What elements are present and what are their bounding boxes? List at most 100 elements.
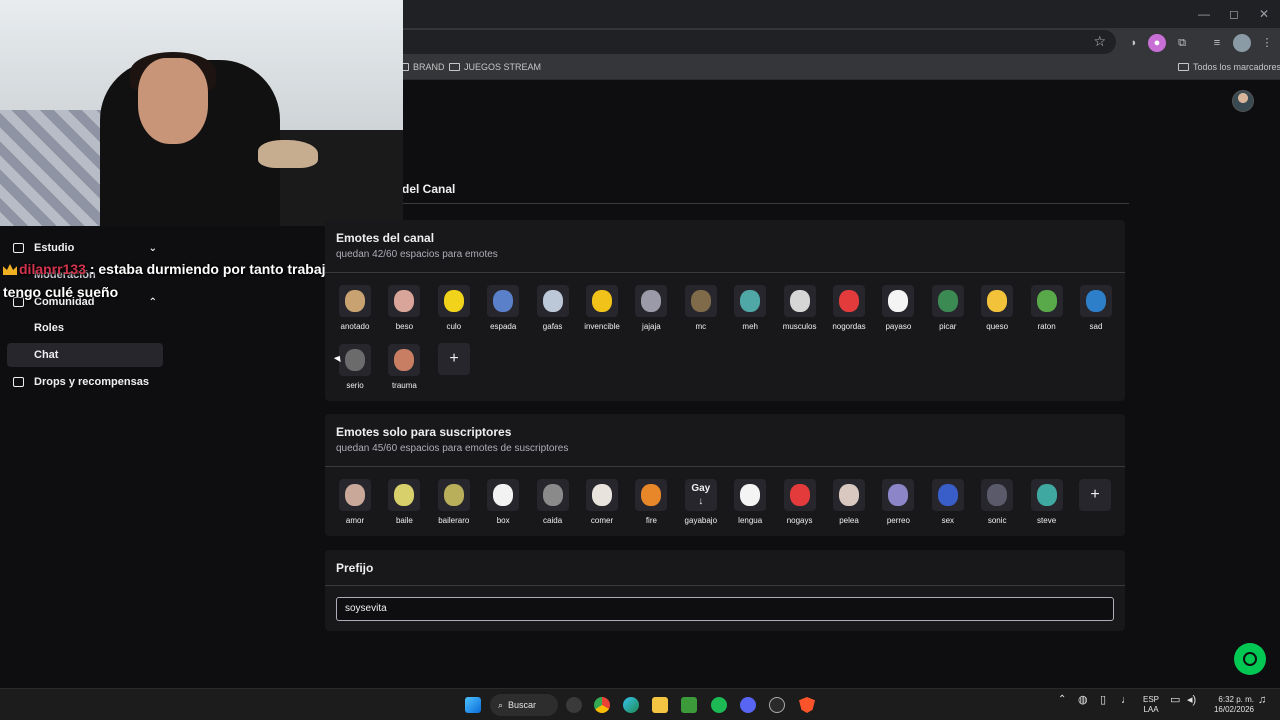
- emote-image: [437, 285, 470, 317]
- emote-meh[interactable]: meh: [728, 285, 772, 337]
- chrome-active-icon[interactable]: [566, 697, 582, 713]
- chrome-icon[interactable]: [594, 697, 610, 713]
- add-sub-emote-button[interactable]: +: [1079, 479, 1111, 511]
- webcam-overlay: [0, 0, 403, 226]
- discord-icon[interactable]: [740, 697, 756, 713]
- emote-image: [734, 285, 767, 317]
- divider: [325, 466, 1125, 467]
- card-title: Emotes del canal: [336, 231, 435, 245]
- emote-raton[interactable]: raton: [1025, 285, 1069, 337]
- minecraft-icon[interactable]: [681, 697, 697, 713]
- emote-trauma[interactable]: trauma: [382, 344, 426, 396]
- bookmark-brand[interactable]: BRAND: [398, 62, 445, 72]
- help-chat-button[interactable]: [1234, 643, 1266, 675]
- emote-culo[interactable]: culo: [432, 285, 476, 337]
- close-icon[interactable]: ✕: [1256, 6, 1272, 22]
- notification-bell-icon[interactable]: ♫: [1258, 695, 1266, 706]
- emote-pelea[interactable]: pelea: [827, 479, 871, 531]
- chevron-down-icon: ⌄: [148, 242, 157, 254]
- spotify-icon[interactable]: [711, 697, 727, 713]
- minimize-icon[interactable]: —: [1196, 6, 1212, 22]
- prefix-input[interactable]: soysevita: [336, 597, 1114, 621]
- extensions-puzzle-icon[interactable]: ⧉: [1173, 34, 1191, 52]
- sidebar-item-roles[interactable]: Roles: [7, 316, 163, 340]
- emote-nogordas[interactable]: nogordas: [827, 285, 871, 337]
- emote-image: Gay ↓: [684, 479, 717, 511]
- clock[interactable]: 6:32 p. m. 16/02/2026: [1206, 695, 1254, 715]
- brave-icon[interactable]: [799, 697, 815, 713]
- sidebar-item-chat[interactable]: Chat: [7, 343, 163, 367]
- chevron-up-icon[interactable]: ⌃: [1058, 695, 1066, 705]
- emote-mc[interactable]: mc: [679, 285, 723, 337]
- add-emote-button[interactable]: +: [438, 343, 470, 375]
- emote-invencible[interactable]: invencible: [580, 285, 624, 337]
- emote-label: baileraro: [438, 516, 470, 525]
- all-bookmarks[interactable]: Todos los marcadores: [1178, 62, 1280, 72]
- emote-baileraro[interactable]: baileraro: [432, 479, 476, 531]
- folder-icon: [449, 63, 460, 71]
- emote-baile[interactable]: baile: [382, 479, 426, 531]
- extension-icon[interactable]: ●: [1148, 34, 1166, 52]
- emote-perreo[interactable]: perreo: [876, 479, 920, 531]
- microphone-icon[interactable]: ♩: [1121, 695, 1132, 706]
- edge-icon[interactable]: [623, 697, 639, 713]
- emote-beso[interactable]: beso: [382, 285, 426, 337]
- emote-box[interactable]: box: [481, 479, 525, 531]
- emote-steve[interactable]: steve: [1025, 479, 1069, 531]
- bookmark-star-icon[interactable]: ☆: [1093, 33, 1106, 50]
- emote-sonic[interactable]: sonic: [975, 479, 1019, 531]
- divider: [325, 585, 1125, 586]
- divider: [325, 203, 1129, 204]
- battery-icon[interactable]: ▯: [1100, 695, 1106, 706]
- emote-anotado[interactable]: anotado: [333, 285, 377, 337]
- emote-nogays[interactable]: nogays: [778, 479, 822, 531]
- emote-sex[interactable]: sex: [926, 479, 970, 531]
- emote-label: pelea: [839, 516, 859, 525]
- user-avatar[interactable]: [1232, 90, 1254, 112]
- audio-extension-icon[interactable]: ◗: [1125, 34, 1143, 52]
- emote-image: [388, 479, 421, 511]
- omnibox[interactable]: ☆: [380, 30, 1116, 54]
- emote-lengua[interactable]: lengua: [728, 479, 772, 531]
- volume-icon[interactable]: ◂): [1187, 695, 1196, 706]
- restore-icon[interactable]: ◻: [1226, 6, 1242, 22]
- emote-gafas[interactable]: gafas: [531, 285, 575, 337]
- emote-queso[interactable]: queso: [975, 285, 1019, 337]
- clock-date: 16/02/2026: [1213, 705, 1254, 714]
- sidebar-item-drops[interactable]: Drops y recompensas: [7, 370, 163, 394]
- folder-icon: [1178, 63, 1189, 71]
- bookmark-juegos-stream[interactable]: JUEGOS STREAM: [449, 62, 541, 72]
- emote-caida[interactable]: caida: [531, 479, 575, 531]
- emote-image: [882, 479, 915, 511]
- windows-taskbar: ⌕ Buscar ⌃ ◍ ▯ ♩ ESP LAA ▭ ◂) 6:32 p. m.…: [0, 688, 1280, 720]
- chevron-up-icon: ⌃: [148, 296, 157, 308]
- media-controls-icon[interactable]: ≡: [1208, 34, 1226, 52]
- emote-label: comer: [590, 516, 614, 525]
- emote-fire[interactable]: fire: [629, 479, 673, 531]
- windows-start-icon[interactable]: [465, 697, 481, 713]
- steam-icon[interactable]: [769, 697, 785, 713]
- emote-jajaja[interactable]: jajaja: [629, 285, 673, 337]
- emote-musculos[interactable]: musculos: [778, 285, 822, 337]
- profile-avatar[interactable]: [1233, 34, 1251, 52]
- clock-time: 6:32 p. m.: [1218, 695, 1254, 704]
- emote-sad[interactable]: sad: [1074, 285, 1118, 337]
- emote-picar[interactable]: picar: [926, 285, 970, 337]
- bookmark-label: JUEGOS STREAM: [464, 62, 542, 72]
- emote-label: amor: [345, 516, 365, 525]
- network-icon[interactable]: ▭: [1170, 695, 1180, 706]
- emote-payaso[interactable]: payaso: [876, 285, 920, 337]
- emote-espada[interactable]: espada: [481, 285, 525, 337]
- emote-amor[interactable]: amor: [333, 479, 377, 531]
- emote-comer[interactable]: comer: [580, 479, 624, 531]
- emote-gayabajo[interactable]: Gay ↓ gayabajo: [679, 479, 723, 531]
- tray-app-icon[interactable]: ◍: [1078, 695, 1088, 706]
- emote-serio[interactable]: serio: [333, 344, 377, 396]
- taskbar-search[interactable]: ⌕ Buscar: [490, 694, 558, 716]
- sidebar-item-label: Drops y recompensas: [34, 376, 149, 388]
- emote-image: [882, 285, 915, 317]
- sidebar-item-estudio[interactable]: Estudio ⌄: [7, 236, 163, 260]
- menu-dots-icon[interactable]: ⋮: [1258, 34, 1276, 52]
- file-explorer-icon[interactable]: [652, 697, 668, 713]
- language-indicator[interactable]: ESP LAA: [1143, 695, 1159, 715]
